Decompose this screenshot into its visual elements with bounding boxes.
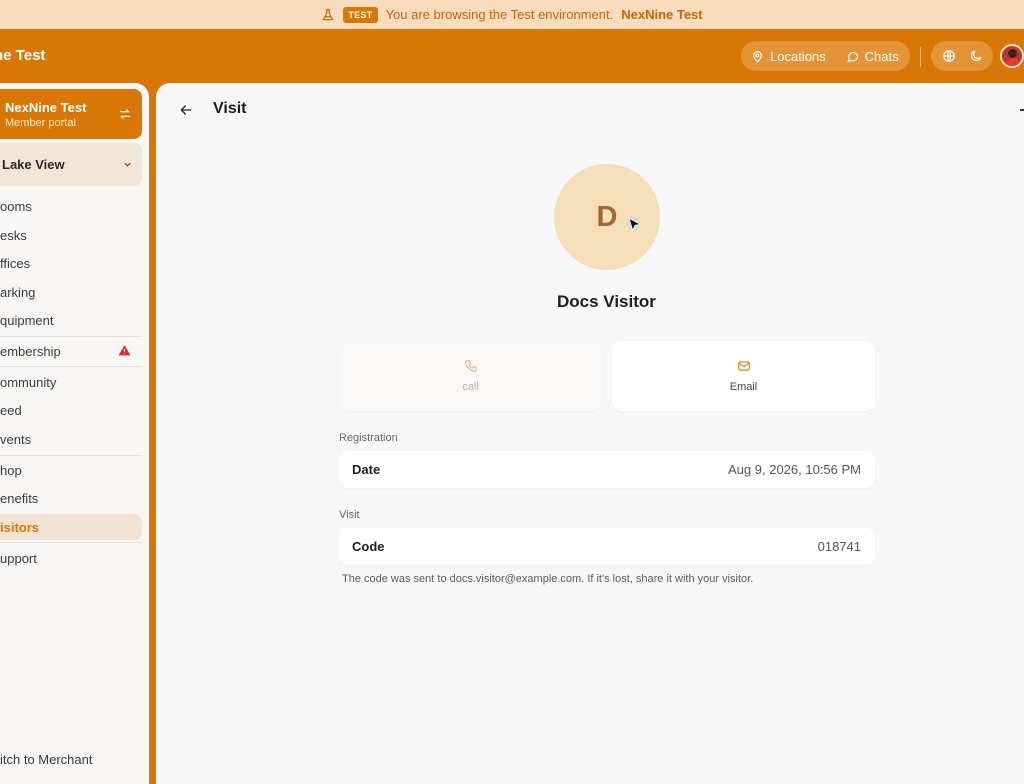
top-bar: ne Test Locations Chats [0,29,1024,83]
call-button[interactable]: call [339,341,602,411]
locations-button[interactable]: Locations [751,49,826,64]
avatar-initial: D [596,200,618,233]
page-title: Visit [213,100,247,117]
sidebar-divider [0,366,142,367]
location-selector[interactable]: Lake View [0,143,142,186]
code-note: The code was sent to docs.visitor@exampl… [342,573,754,585]
flask-icon [323,8,334,20]
sidebar-item-rooms[interactable]: ooms [0,193,142,219]
email-label: Email [729,381,758,393]
globe-icon[interactable] [942,49,956,63]
org-name: NexNine Test [5,100,87,115]
sidebar-item-visitors[interactable]: isitors [0,514,142,540]
sidebar-item-shop[interactable]: hop [0,457,142,483]
sidebar-item-benefits[interactable]: enefits [0,485,142,511]
map-pin-icon [753,50,762,63]
sidebar: NexNine Test Member portal Lake View oom… [0,83,149,784]
switch-to-merchant-link[interactable]: itch to Merchant [0,752,93,767]
moon-icon[interactable] [969,49,983,63]
code-row: Code 018741 [339,528,875,565]
sidebar-item-feed[interactable]: eed [0,397,142,423]
mouse-cursor-icon [626,216,642,232]
org-switcher[interactable]: NexNine Test Member portal [0,89,142,139]
arrow-left-icon[interactable] [178,102,194,118]
date-row: Date Aug 9, 2026, 10:56 PM [339,451,875,488]
test-badge: TEST [343,6,378,23]
test-environment-banner: TEST You are browsing the Test environme… [0,0,1024,29]
main-panel: Visit D Docs Visitor call Email Registra… [156,83,1024,784]
call-label: call [462,381,479,393]
visit-section-label: Visit [339,509,360,521]
top-nav: Locations Chats [741,41,910,71]
sidebar-item-events[interactable]: vents [0,426,142,452]
visitor-name: Docs Visitor [557,292,656,311]
sidebar-item-desks[interactable]: esks [0,222,142,248]
overflow-menu-edge[interactable] [1020,109,1024,111]
topbar-divider [920,47,921,67]
code-key: Code [352,539,385,554]
date-value: Aug 9, 2026, 10:56 PM [728,462,861,477]
sidebar-divider [0,542,142,543]
chevron-down-icon [124,162,131,167]
chats-button[interactable]: Chats [846,49,899,64]
sidebar-item-community[interactable]: ommunity [0,369,142,395]
user-avatar[interactable] [1000,44,1024,68]
org-subtitle: Member portal [5,117,76,129]
swap-arrows-icon [119,109,131,119]
sidebar-item-parking[interactable]: arking [0,279,142,305]
banner-env-name: NexNine Test [621,7,703,22]
mail-icon [737,361,750,371]
brand-name[interactable]: ne Test [0,47,45,64]
visitor-avatar: D [554,164,660,270]
sidebar-item-equipment[interactable]: quipment [0,307,142,333]
locations-label: Locations [770,48,826,64]
code-value: 018741 [817,539,861,554]
sidebar-item-membership[interactable]: embership [0,338,142,364]
chat-bubble-icon [846,51,858,62]
warning-icon [118,345,131,356]
date-key: Date [352,462,381,477]
registration-section-label: Registration [339,432,398,444]
banner-text: You are browsing the Test environment. [385,7,614,22]
phone-icon [464,360,477,372]
sidebar-divider [0,336,142,337]
sidebar-divider [0,455,142,456]
location-name: Lake View [2,157,65,172]
sidebar-item-offices[interactable]: ffices [0,250,142,276]
top-tools [931,41,993,71]
sidebar-item-support[interactable]: upport [0,545,142,571]
email-button[interactable]: Email [612,341,875,411]
chats-label: Chats [864,48,899,64]
